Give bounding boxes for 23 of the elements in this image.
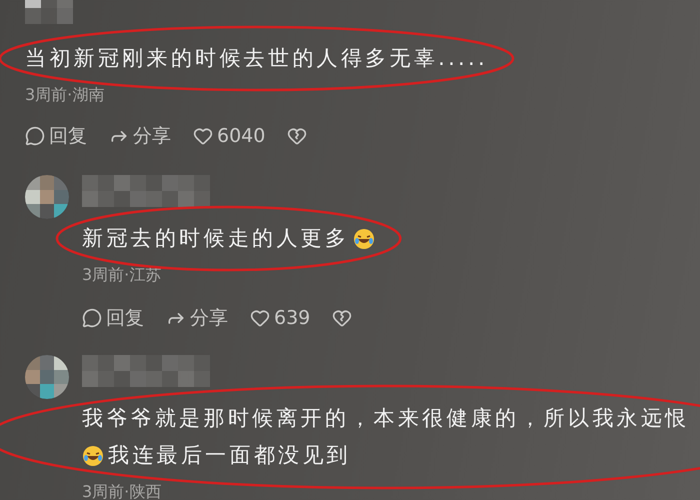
heart-icon xyxy=(193,126,213,146)
share-button[interactable]: 分享 xyxy=(166,308,228,328)
reply-button[interactable]: 回复 xyxy=(25,126,87,146)
comment-text: 我爷爷就是那时候离开的，本来很健康的，所以我永远恨 xyxy=(82,406,690,431)
heart-icon xyxy=(250,308,270,328)
laughing-face-icon xyxy=(353,228,376,250)
comment-text: 当初新冠刚来的时候去世的人得多无辜..... xyxy=(25,46,488,71)
comment-text: 我连最后一面都没见到 xyxy=(108,443,351,468)
comment-text: 新冠去的时候走的人更多 xyxy=(82,226,350,251)
comment-time-location: 3周前·江苏 xyxy=(82,265,162,285)
broken-heart-icon[interactable] xyxy=(332,308,352,328)
blurred-avatar[interactable] xyxy=(25,175,69,219)
broken-heart-icon[interactable] xyxy=(287,126,308,146)
comment-bubble-icon xyxy=(82,308,102,328)
share-button[interactable]: 分享 xyxy=(109,126,171,146)
comment-time-location: 3周前·湖南 xyxy=(25,85,104,105)
reply-button[interactable]: 回复 xyxy=(82,308,144,328)
laughing-face-icon xyxy=(82,444,104,466)
comment-time-location: 3周前·陕西 xyxy=(82,482,162,500)
like-button[interactable]: 6040 xyxy=(193,126,266,146)
like-button[interactable]: 639 xyxy=(250,308,310,328)
blurred-avatar[interactable] xyxy=(25,355,69,399)
comment-bubble-icon xyxy=(25,126,45,146)
